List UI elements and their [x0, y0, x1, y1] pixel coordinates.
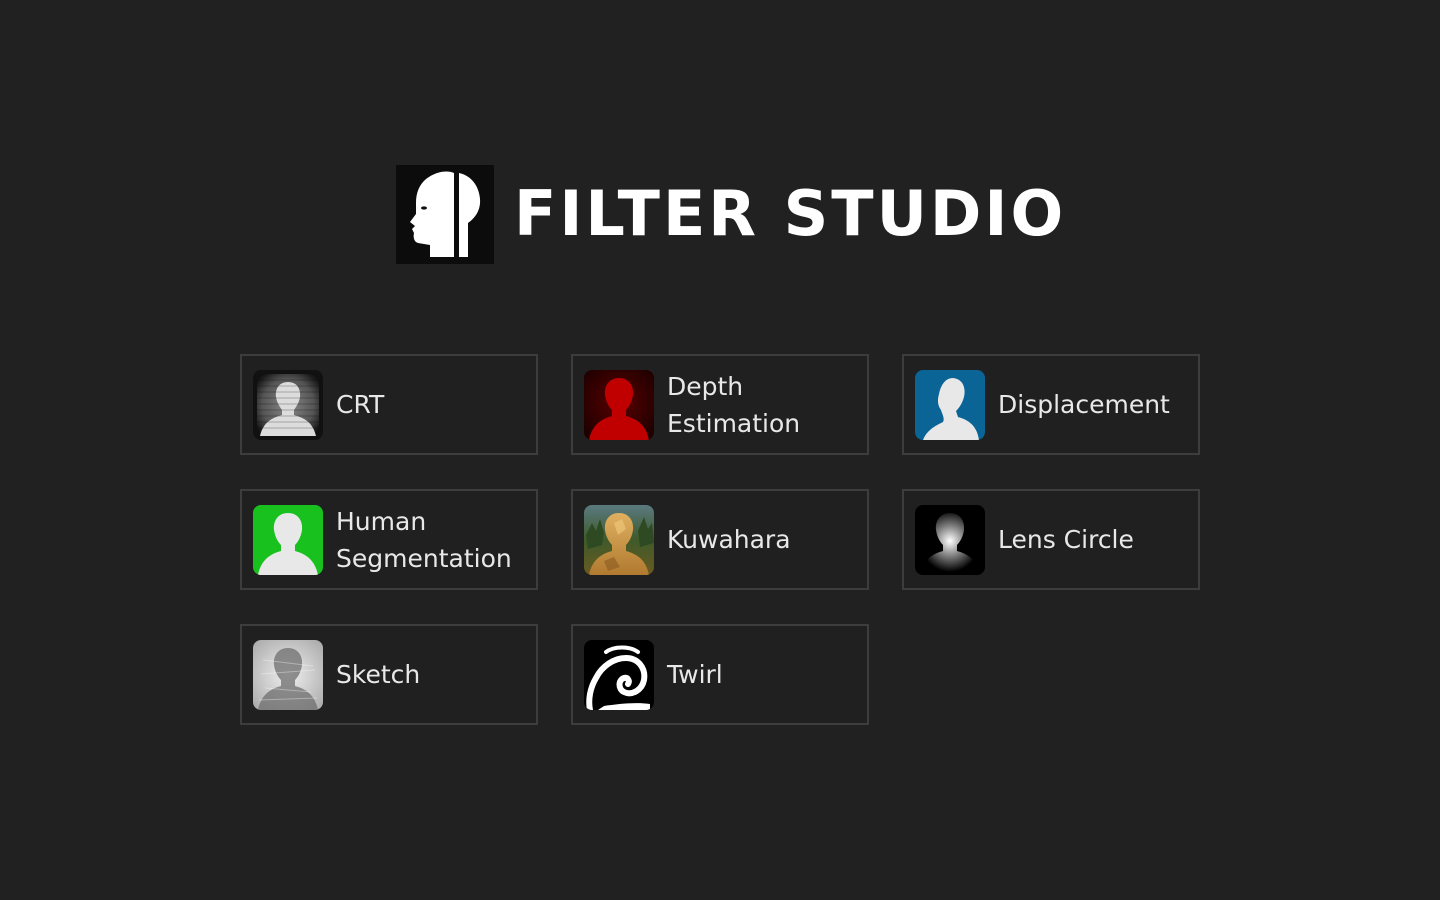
filter-label: CRT — [336, 390, 385, 419]
filter-tile-displacement[interactable]: Displacement — [902, 354, 1200, 455]
kuwahara-icon — [584, 504, 654, 575]
filter-tile-kuwahara[interactable]: Kuwahara — [571, 489, 869, 590]
profile-head-icon — [396, 164, 494, 264]
filter-label: Displacement — [998, 390, 1170, 419]
filter-label: Lens Circle — [998, 525, 1134, 554]
filter-label: Sketch — [336, 660, 421, 689]
filter-label: Human Segmentation — [336, 506, 512, 573]
displacement-icon — [915, 369, 985, 440]
filter-tile-crt[interactable]: CRT — [240, 354, 538, 455]
lens-circle-icon — [915, 504, 985, 575]
sketch-icon — [253, 639, 323, 710]
crt-icon — [253, 369, 323, 440]
app-title: FILTER STUDIO — [514, 177, 1067, 250]
header: FILTER STUDIO — [396, 164, 1066, 264]
filter-tile-lens-circle[interactable]: Lens Circle — [902, 489, 1200, 590]
filter-tile-depth-estimation[interactable]: Depth Estimation — [571, 354, 869, 455]
human-segmentation-icon — [253, 504, 323, 575]
filter-studio-app: FILTER STUDIO CRT Depth Estimation Displ… — [0, 0, 1440, 900]
filter-tile-sketch[interactable]: Sketch — [240, 624, 538, 725]
filter-tile-twirl[interactable]: Twirl — [571, 624, 869, 725]
filter-tile-human-segmentation[interactable]: Human Segmentation — [240, 489, 538, 590]
depth-estimation-icon — [584, 369, 654, 440]
filter-label: Twirl — [667, 660, 723, 689]
filter-grid: CRT Depth Estimation Displacement Human … — [240, 354, 1200, 725]
filter-label: Kuwahara — [667, 525, 791, 554]
twirl-icon — [584, 639, 654, 710]
filter-label: Depth Estimation — [667, 371, 801, 438]
